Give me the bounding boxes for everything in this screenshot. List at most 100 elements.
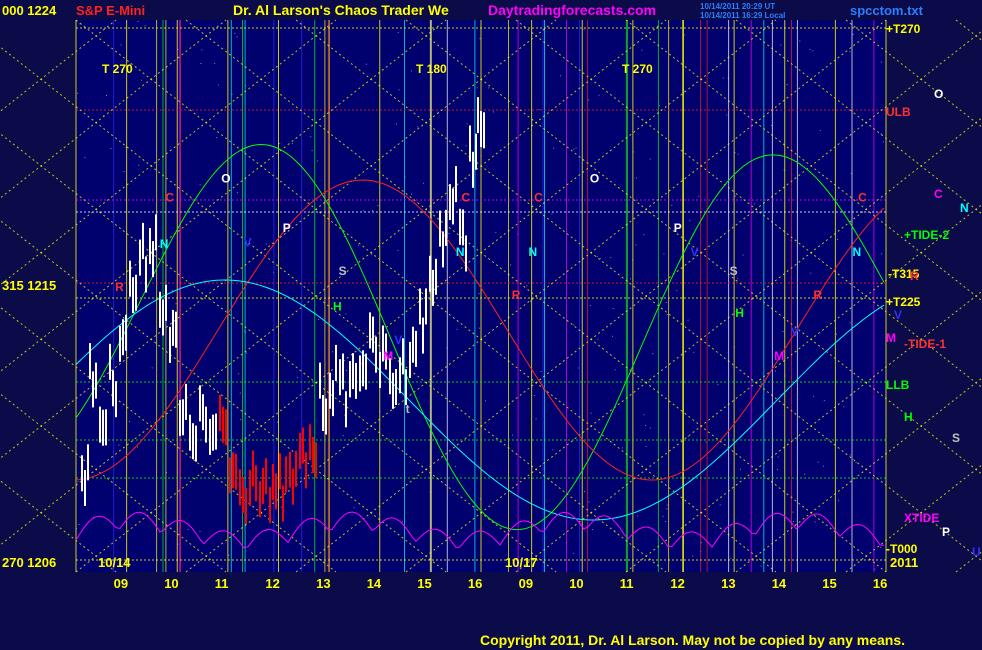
- star: [510, 264, 512, 266]
- right-level-label: R: [910, 269, 919, 283]
- star: [584, 491, 585, 493]
- planet-marker: N: [160, 237, 169, 251]
- star: [573, 148, 575, 150]
- star: [665, 302, 667, 303]
- star: [849, 51, 851, 53]
- star: [817, 461, 819, 463]
- star: [512, 434, 513, 436]
- star: [635, 244, 637, 246]
- right-level-label: +TIDE-2: [904, 228, 949, 242]
- star: [573, 324, 575, 326]
- star: [190, 198, 192, 200]
- copyright-notice: Copyright 2011, Dr. Al Larson. May not b…: [480, 632, 905, 648]
- planet-marker: P: [283, 221, 291, 235]
- star: [742, 254, 744, 256]
- star: [698, 195, 700, 197]
- planet-marker: N: [853, 245, 862, 259]
- star: [552, 449, 554, 451]
- star: [448, 185, 449, 186]
- star: [551, 213, 553, 215]
- planet-marker: M: [774, 349, 784, 363]
- star: [175, 303, 177, 305]
- star: [730, 557, 732, 559]
- star: [705, 441, 707, 443]
- star: [535, 418, 537, 420]
- star: [740, 468, 741, 470]
- star: [637, 515, 639, 517]
- site-link[interactable]: Daytradingforecasts.com: [488, 2, 656, 18]
- timestamp-local: 10/14/2011 16:29 Local: [700, 11, 785, 20]
- star: [591, 529, 593, 530]
- right-level-label: -T000: [886, 542, 918, 556]
- right-level-label: M: [886, 331, 896, 345]
- y-axis-label: 315 1215: [2, 278, 56, 293]
- star: [266, 243, 268, 245]
- star: [77, 92, 79, 94]
- star: [838, 500, 839, 502]
- star: [106, 95, 107, 96]
- star: [151, 367, 153, 369]
- star: [819, 130, 821, 132]
- year-label: 2011: [890, 555, 918, 570]
- star: [812, 50, 814, 52]
- star: [843, 406, 845, 408]
- star: [311, 150, 313, 152]
- star: [782, 331, 784, 332]
- star: [612, 335, 614, 337]
- star: [849, 454, 851, 456]
- star: [466, 123, 468, 125]
- star: [357, 244, 359, 246]
- star: [597, 338, 599, 340]
- star: [836, 333, 837, 335]
- star: [343, 236, 345, 238]
- y-axis-top-label: 000 1224: [2, 3, 57, 18]
- star: [410, 193, 412, 195]
- star: [318, 319, 320, 320]
- star: [495, 231, 497, 233]
- star: [804, 473, 806, 475]
- star: [855, 462, 857, 464]
- right-level-label: V: [894, 308, 902, 322]
- star: [684, 34, 686, 36]
- x-tick-label: 16: [873, 576, 887, 591]
- right-level-label: +T270: [886, 22, 921, 36]
- star: [129, 421, 130, 423]
- star: [120, 44, 122, 46]
- star: [717, 384, 719, 386]
- planet-marker: O: [590, 171, 599, 185]
- star: [666, 504, 668, 506]
- star: [310, 136, 312, 138]
- star: [243, 151, 245, 153]
- star: [588, 501, 590, 503]
- star: [234, 32, 236, 34]
- star: [666, 508, 668, 510]
- planet-marker: S: [339, 264, 347, 278]
- star: [813, 395, 815, 397]
- star: [643, 234, 645, 236]
- star: [837, 239, 839, 240]
- x-tick-label: 16: [468, 576, 482, 591]
- x-tick-label: 10: [569, 576, 583, 591]
- star: [465, 145, 467, 147]
- star: [599, 258, 601, 259]
- star: [240, 419, 242, 421]
- star: [200, 63, 202, 64]
- right-level-label: S: [952, 431, 960, 445]
- star: [362, 210, 364, 212]
- star: [880, 133, 882, 135]
- star: [217, 84, 219, 86]
- star: [881, 61, 882, 63]
- star: [560, 75, 561, 77]
- star: [814, 521, 816, 523]
- star: [296, 376, 298, 378]
- star: [410, 70, 412, 72]
- star: [540, 371, 542, 372]
- star: [621, 447, 623, 449]
- x-tick-label: 12: [670, 576, 684, 591]
- star: [456, 328, 458, 330]
- star: [575, 147, 577, 149]
- star: [448, 233, 450, 235]
- star: [141, 79, 142, 81]
- star: [372, 210, 373, 211]
- star: [201, 49, 203, 51]
